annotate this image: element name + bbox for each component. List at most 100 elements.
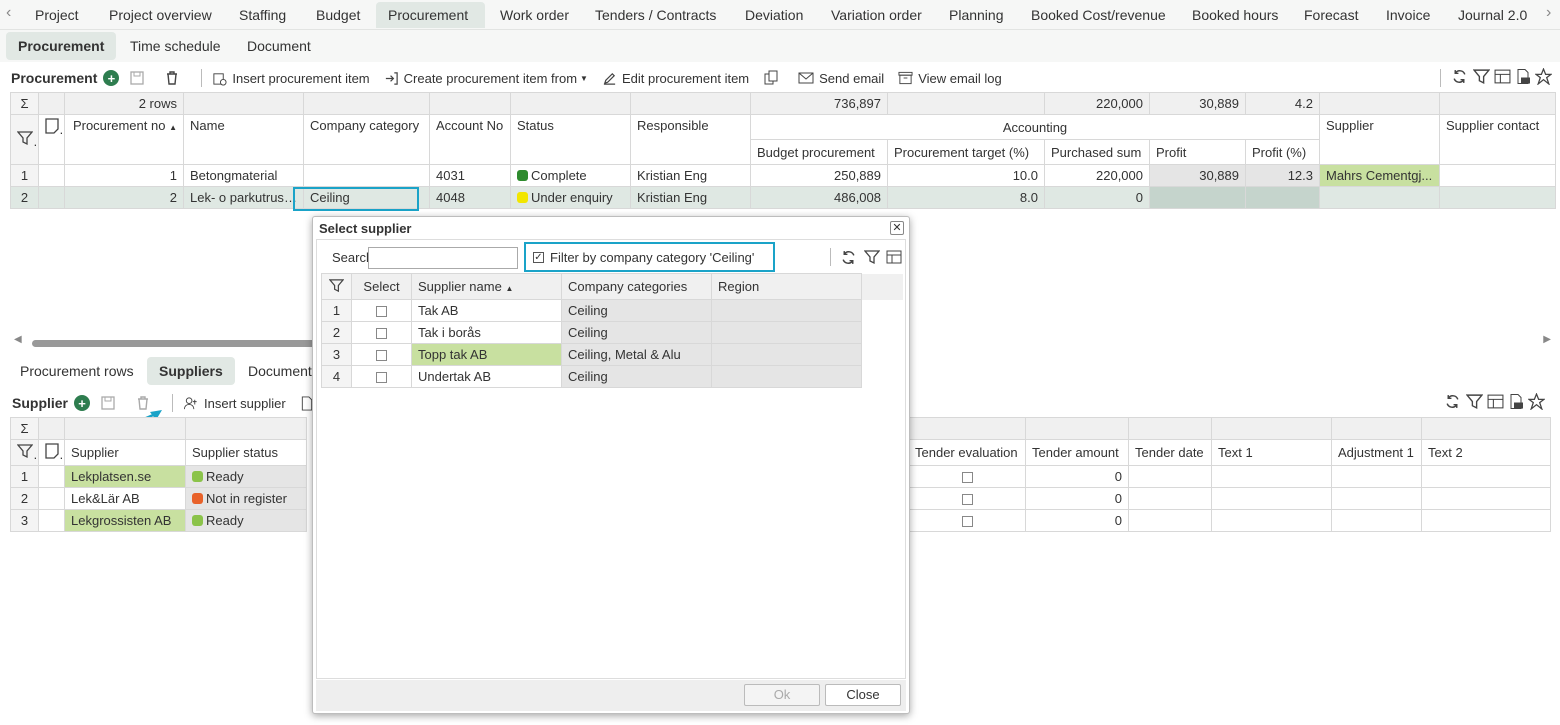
list-item[interactable]: 1 Tak AB Ceiling (321, 299, 904, 322)
select-checkbox[interactable] (351, 365, 412, 388)
filter-icon[interactable] (321, 273, 352, 300)
tab-deviation[interactable]: Deviation (733, 2, 815, 28)
col-tender-date[interactable]: Tender date (1128, 439, 1212, 466)
col-profit[interactable]: Profit (1149, 139, 1246, 165)
cell-budget[interactable]: 486,008 (750, 186, 888, 209)
export-excel-icon[interactable] (1508, 393, 1524, 413)
tab-invoice[interactable]: Invoice (1374, 2, 1442, 28)
scrollbar-thumb[interactable] (32, 340, 332, 347)
cell-supplier[interactable]: Lekgrossisten AB (64, 509, 186, 532)
cell-account-no[interactable]: 4048 (429, 186, 511, 209)
tab-budget[interactable]: Budget (304, 2, 372, 28)
table-row[interactable]: 3 Lekgrossisten AB Ready (10, 509, 307, 532)
col-supplier[interactable]: Supplier (1319, 114, 1440, 165)
table-row[interactable]: 1 Lekplatsen.se Ready (10, 465, 307, 488)
cell-purchased[interactable]: 0 (1044, 186, 1150, 209)
tab-project-overview[interactable]: Project overview (97, 2, 224, 28)
cell-name[interactable]: Betongmaterial (183, 164, 304, 187)
cell-status[interactable]: Under enquiry (510, 186, 631, 209)
col-tender-evaluation[interactable]: Tender evaluation (908, 439, 1026, 466)
filter-icon[interactable] (863, 249, 881, 268)
create-procurement-item-from-button[interactable]: Create procurement item from ▼ (384, 71, 588, 86)
col-supplier-name[interactable]: Supplier name ▲ (411, 273, 562, 300)
tender-evaluation-checkbox[interactable] (908, 509, 1026, 532)
select-checkbox[interactable] (351, 299, 412, 322)
export-excel-icon[interactable] (1515, 68, 1531, 88)
list-item[interactable]: 4 Undertak AB Ceiling (321, 365, 904, 388)
col-supplier[interactable]: Supplier (64, 439, 186, 466)
tender-evaluation-checkbox[interactable] (908, 487, 1026, 510)
cell-procurement-no[interactable]: 1 (64, 164, 184, 187)
col-company-category[interactable]: Company category (303, 114, 430, 165)
filter-icon[interactable] (1465, 393, 1484, 413)
tab-planning[interactable]: Planning (937, 2, 1016, 28)
tab-journal[interactable]: Journal 2.0 (1446, 2, 1539, 28)
cell-tender-amount[interactable]: 0 (1025, 465, 1129, 488)
save-icon[interactable] (129, 70, 150, 86)
cell-supplier-status[interactable]: Not in register (185, 487, 307, 510)
col-select[interactable]: Select (351, 273, 412, 300)
list-item[interactable]: 3 Topp tak AB Ceiling, Metal & Alu (321, 343, 904, 366)
note-icon[interactable] (38, 439, 65, 466)
table-row[interactable]: 1 1 Betongmaterial 4031 Complete Kristia… (10, 164, 1556, 187)
col-supplier-contact[interactable]: Supplier contact (1439, 114, 1556, 165)
row-note-cell[interactable] (38, 186, 65, 209)
ok-button[interactable]: Ok (744, 684, 820, 706)
tab-project[interactable]: Project (23, 2, 91, 28)
col-profit-pct[interactable]: Profit (%) (1245, 139, 1320, 165)
table-row[interactable]: 0 (908, 487, 1551, 510)
select-checkbox[interactable] (351, 321, 412, 344)
row-note-cell[interactable] (38, 164, 65, 187)
table-row[interactable]: 0 (908, 509, 1551, 532)
view-email-log-button[interactable]: View email log (898, 71, 1002, 86)
cell-responsible[interactable]: Kristian Eng (630, 186, 751, 209)
col-name[interactable]: Name (183, 114, 304, 165)
column-settings-icon[interactable] (886, 249, 902, 268)
col-budget-procurement[interactable]: Budget procurement (750, 139, 888, 165)
cell-supplier[interactable]: Mahrs Cementgj... (1319, 164, 1440, 187)
tab-booked-cost-revenue[interactable]: Booked Cost/revenue (1019, 2, 1178, 28)
column-settings-icon[interactable] (1494, 68, 1511, 88)
tab-booked-hours[interactable]: Booked hours (1180, 2, 1290, 28)
col-responsible[interactable]: Responsible (630, 114, 751, 165)
filter-icon[interactable] (1472, 68, 1491, 88)
send-email-button[interactable]: Send email (798, 71, 884, 86)
cell-tender-amount[interactable]: 0 (1025, 509, 1129, 532)
close-button[interactable]: Close (825, 684, 901, 706)
tab-tenders-contracts[interactable]: Tenders / Contracts (583, 2, 728, 28)
filter-checkbox[interactable]: ✓ (533, 252, 544, 263)
scroll-left-icon[interactable]: ◀ (14, 334, 22, 345)
cell-target[interactable]: 10.0 (887, 164, 1045, 187)
cell-supplier-name[interactable]: Tak i borås (411, 321, 562, 344)
cell-name[interactable]: Lek- o parkutrust... (183, 186, 304, 209)
favorite-star-icon[interactable] (1527, 392, 1546, 413)
table-row[interactable]: 0 (908, 465, 1551, 488)
refresh-icon[interactable] (1451, 68, 1468, 88)
select-checkbox[interactable] (351, 343, 412, 366)
col-adjustment-1[interactable]: Adjustment 1 (1331, 439, 1422, 466)
cell-tender-amount[interactable]: 0 (1025, 487, 1129, 510)
cell-supplier-contact[interactable] (1439, 186, 1556, 209)
cell-account-no[interactable]: 4031 (429, 164, 511, 187)
table-row[interactable]: 2 Lek&Lär AB Not in register (10, 487, 307, 510)
col-procurement-target[interactable]: Procurement target (%) (887, 139, 1045, 165)
cell-supplier[interactable]: Lek&Lär AB (64, 487, 186, 510)
col-text-1[interactable]: Text 1 (1211, 439, 1332, 466)
tab-procurement[interactable]: Procurement (376, 2, 485, 28)
col-text-2[interactable]: Text 2 (1421, 439, 1551, 466)
refresh-icon[interactable] (840, 249, 857, 269)
cell-responsible[interactable]: Kristian Eng (630, 164, 751, 187)
col-supplier-status[interactable]: Supplier status (185, 439, 307, 466)
chevron-right-icon[interactable]: › (1546, 4, 1551, 22)
close-icon[interactable]: ✕ (890, 221, 904, 235)
tab-work-order[interactable]: Work order (488, 2, 581, 28)
copy-icon[interactable] (763, 70, 784, 86)
search-input[interactable] (368, 247, 518, 269)
refresh-icon[interactable] (1444, 393, 1461, 413)
chevron-left-icon[interactable]: ‹ (6, 4, 11, 22)
table-row-selected[interactable]: 2 2 Lek- o parkutrust... Ceiling 4048 Un… (10, 186, 1556, 209)
tab-forecast[interactable]: Forecast (1292, 2, 1370, 28)
subtab-time-schedule[interactable]: Time schedule (118, 32, 233, 60)
tab-variation-order[interactable]: Variation order (819, 2, 934, 28)
subtab-procurement[interactable]: Procurement (6, 32, 117, 60)
